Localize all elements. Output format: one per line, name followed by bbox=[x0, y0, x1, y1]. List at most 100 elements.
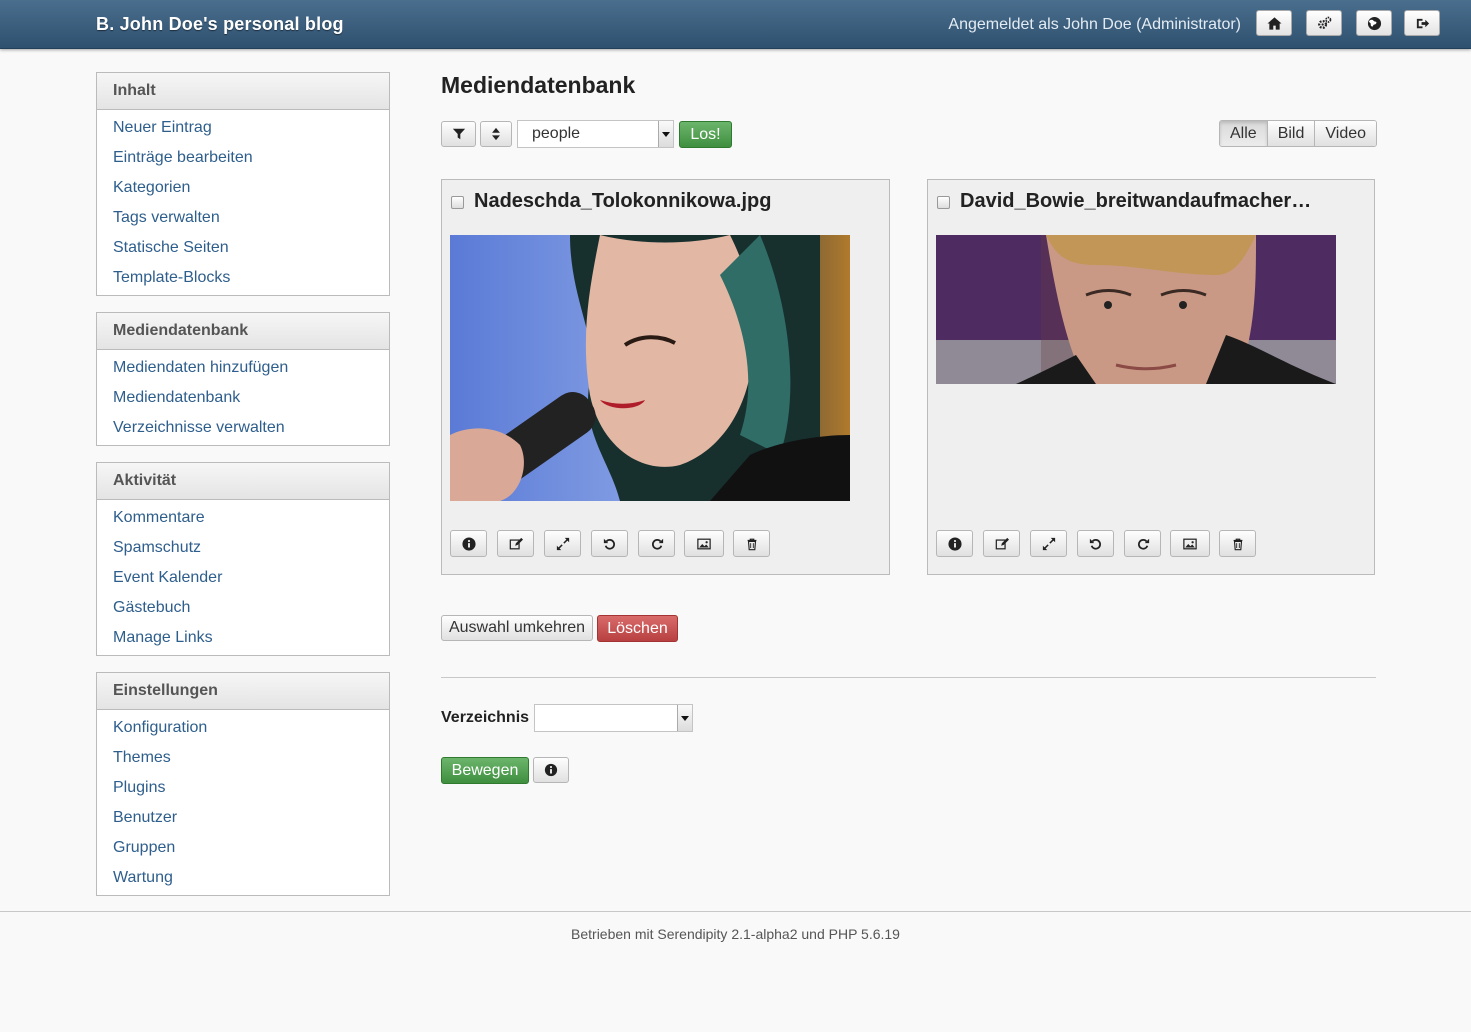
nav-section: Inhalt Neuer Eintrag Einträge bearbeiten Ka… bbox=[96, 72, 390, 296]
filter-button[interactable] bbox=[441, 121, 476, 147]
directory-filter-select[interactable]: people bbox=[517, 120, 674, 148]
view-blog-button[interactable] bbox=[1356, 10, 1392, 36]
nav-section-title: Einstellungen bbox=[97, 673, 389, 710]
info-button[interactable] bbox=[450, 530, 487, 557]
nav-section-title: Mediendatenbank bbox=[97, 313, 389, 350]
home-button[interactable] bbox=[1256, 10, 1292, 36]
resize-button[interactable] bbox=[1030, 530, 1067, 557]
image-icon bbox=[697, 538, 711, 549]
media-thumbnail[interactable] bbox=[450, 235, 850, 501]
divider bbox=[441, 677, 1376, 678]
blog-title[interactable]: B. John Doe's personal blog bbox=[96, 14, 344, 35]
nav-section: Einstellungen Konfiguration Themes Plugins B… bbox=[96, 672, 390, 896]
resize-button[interactable] bbox=[544, 530, 581, 557]
login-info: Angemeldet als John Doe (Administrator) bbox=[948, 16, 1241, 33]
footer: Betrieben mit Serendipity 2.1-alpha2 und… bbox=[0, 911, 1471, 942]
media-filename[interactable]: Nadeschda_Tolokonnikowa.jpg bbox=[474, 190, 771, 213]
delete-media-button[interactable] bbox=[1219, 530, 1256, 557]
media-card: David_Bowie_breitwandaufmacher… bbox=[927, 179, 1375, 575]
sidebar-item[interactable]: Tags verwalten bbox=[97, 203, 389, 233]
resize-icon bbox=[1042, 537, 1055, 550]
directory-label: Verzeichnis bbox=[441, 709, 530, 726]
directory-filter-value: people bbox=[532, 125, 581, 142]
sidebar-item[interactable]: Gruppen bbox=[97, 833, 389, 863]
media-select-checkbox[interactable] bbox=[937, 196, 950, 209]
insert-image-button[interactable] bbox=[1170, 530, 1210, 557]
sidebar-item[interactable]: Event Kalender bbox=[97, 563, 389, 593]
rotate-left-button[interactable] bbox=[591, 530, 628, 557]
invert-selection-button[interactable]: Auswahl umkehren bbox=[441, 615, 593, 641]
delete-icon bbox=[1233, 538, 1242, 550]
nav-list: Neuer Eintrag Einträge bearbeiten Kategori… bbox=[97, 110, 389, 295]
media-card: Nadeschda_Tolokonnikowa.jpg bbox=[441, 179, 890, 575]
rotate-right-icon bbox=[1137, 538, 1149, 550]
info-icon bbox=[947, 536, 962, 551]
sidebar-item[interactable]: Wartung bbox=[97, 863, 389, 893]
logout-icon bbox=[1416, 18, 1429, 28]
move-button[interactable]: Bewegen bbox=[441, 757, 529, 784]
info-button[interactable] bbox=[936, 530, 973, 557]
nav-section-title: Aktivität bbox=[97, 463, 389, 500]
delete-button[interactable]: Löschen bbox=[597, 615, 678, 642]
sidebar-item[interactable]: Kommentare bbox=[97, 503, 389, 533]
sidebar-item[interactable]: Mediendaten hinzufügen bbox=[97, 353, 389, 383]
logout-button[interactable] bbox=[1404, 10, 1440, 36]
go-button[interactable]: Los! bbox=[679, 121, 732, 148]
nav-section-title: Inhalt bbox=[97, 73, 389, 110]
sort-button[interactable] bbox=[480, 121, 512, 147]
edit-button[interactable] bbox=[983, 530, 1020, 557]
footer-text: Betrieben mit Serendipity 2.1-alpha2 und… bbox=[571, 926, 900, 942]
cogs-icon bbox=[1317, 16, 1331, 29]
media-filename[interactable]: David_Bowie_breitwandaufmacher… bbox=[960, 190, 1311, 213]
edit-icon bbox=[509, 537, 523, 549]
sidebar-item[interactable]: Verzeichnisse verwalten bbox=[97, 413, 389, 443]
sidebar-item[interactable]: Themes bbox=[97, 743, 389, 773]
sidebar-item[interactable]: Benutzer bbox=[97, 803, 389, 833]
nav-list: Mediendaten hinzufügen Mediendatenbank Ver… bbox=[97, 350, 389, 445]
insert-image-button[interactable] bbox=[684, 530, 724, 557]
chevron-down-icon bbox=[677, 705, 692, 731]
nav-list: Konfiguration Themes Plugins Benutzer Gruppe… bbox=[97, 710, 389, 895]
page-title: Mediendatenbank bbox=[441, 72, 636, 98]
delete-icon bbox=[747, 538, 756, 550]
sidebar-item[interactable]: Spamschutz bbox=[97, 533, 389, 563]
directory-move-select[interactable] bbox=[534, 704, 693, 732]
sidebar-item[interactable]: Gästebuch bbox=[97, 593, 389, 623]
sidebar-item[interactable]: Template-Blocks bbox=[97, 263, 389, 293]
rotate-right-button[interactable] bbox=[1124, 530, 1161, 557]
sidebar-item[interactable]: Manage Links bbox=[97, 623, 389, 653]
nav-list: Kommentare Spamschutz Event Kalender Gästeb… bbox=[97, 500, 389, 655]
settings-button[interactable] bbox=[1306, 10, 1342, 36]
filter-image-button[interactable]: Bild bbox=[1266, 121, 1315, 146]
sort-icon bbox=[492, 127, 500, 141]
rotate-left-icon bbox=[1089, 538, 1101, 550]
nav-section: Aktivität Kommentare Spamschutz Event Kalen… bbox=[96, 462, 390, 656]
globe-icon bbox=[1367, 16, 1381, 30]
media-thumbnail[interactable] bbox=[936, 235, 1336, 384]
edit-button[interactable] bbox=[497, 530, 534, 557]
chevron-down-icon bbox=[658, 121, 673, 147]
media-select-checkbox[interactable] bbox=[451, 196, 464, 209]
sidebar-item[interactable]: Konfiguration bbox=[97, 713, 389, 743]
type-filter-group: Alle Bild Video bbox=[1219, 120, 1378, 147]
delete-media-button[interactable] bbox=[733, 530, 770, 557]
filter-video-button[interactable]: Video bbox=[1314, 121, 1377, 146]
resize-icon bbox=[556, 537, 569, 550]
sidebar-item[interactable]: Plugins bbox=[97, 773, 389, 803]
filter-icon bbox=[452, 128, 465, 140]
sidebar: Inhalt Neuer Eintrag Einträge bearbeiten Ka… bbox=[96, 72, 390, 912]
top-bar: B. John Doe's personal blog Angemeldet a… bbox=[0, 0, 1471, 49]
sidebar-item[interactable]: Kategorien bbox=[97, 173, 389, 203]
rotate-right-button[interactable] bbox=[638, 530, 675, 557]
sidebar-item[interactable]: Neuer Eintrag bbox=[97, 113, 389, 143]
rotate-left-button[interactable] bbox=[1077, 530, 1114, 557]
filter-all-button[interactable]: Alle bbox=[1220, 121, 1267, 146]
edit-icon bbox=[995, 537, 1009, 549]
info-icon bbox=[461, 536, 476, 551]
sidebar-item[interactable]: Statische Seiten bbox=[97, 233, 389, 263]
rotate-right-icon bbox=[651, 538, 663, 550]
move-info-button[interactable] bbox=[533, 757, 569, 783]
image-icon bbox=[1183, 538, 1197, 549]
sidebar-item[interactable]: Mediendatenbank bbox=[97, 383, 389, 413]
sidebar-item[interactable]: Einträge bearbeiten bbox=[97, 143, 389, 173]
